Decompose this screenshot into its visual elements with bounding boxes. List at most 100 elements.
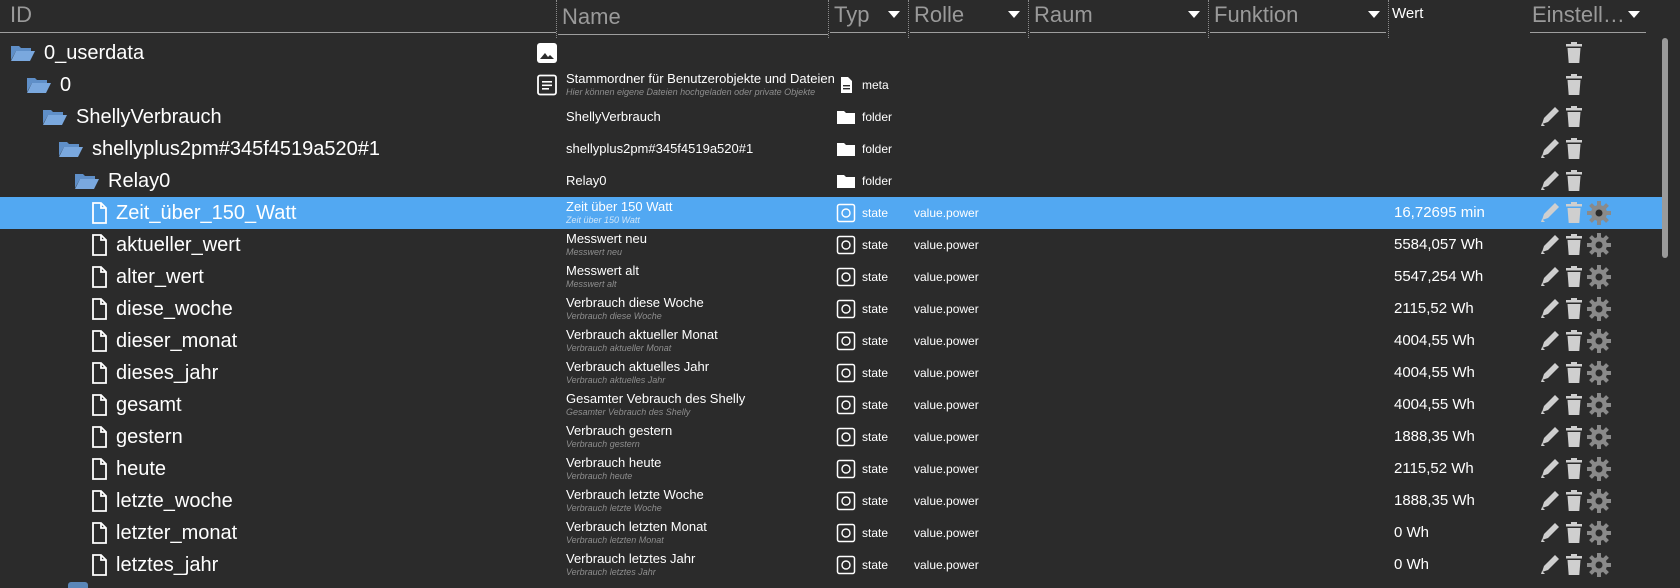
row-value[interactable]: 1888,35 Wh <box>1394 421 1475 453</box>
tree-row[interactable]: alter_wert Messwert alt Messwert alt state v… <box>0 261 1662 293</box>
filter-role-select[interactable]: Rolle <box>910 0 1026 33</box>
row-name-cell[interactable]: Gesamter Vebrauch des Shelly Gesamter Veb… <box>566 391 834 417</box>
delete-icon[interactable] <box>1562 72 1586 98</box>
gear-icon[interactable] <box>1586 424 1612 450</box>
tree-row[interactable]: aktueller_wert Messwert neu Messwert neu st… <box>0 229 1662 261</box>
tree-row[interactable]: Zeit_über_150_Watt Zeit über 150 Watt Zeit… <box>0 197 1662 229</box>
row-name-cell[interactable]: Verbrauch heute Verbrauch heute <box>566 455 834 481</box>
file-icon[interactable] <box>90 522 108 544</box>
settings-column-select[interactable]: Einstell… <box>1530 0 1646 33</box>
delete-icon[interactable] <box>1562 328 1586 354</box>
row-value[interactable]: 2115,52 Wh <box>1394 293 1474 325</box>
gear-icon[interactable] <box>1586 264 1612 290</box>
image-icon[interactable] <box>536 42 558 64</box>
delete-icon[interactable] <box>1562 552 1586 578</box>
tree-row[interactable]: dieses_jahr Verbrauch aktuelles Jahr Verbr… <box>0 357 1662 389</box>
edit-icon[interactable] <box>1538 200 1562 226</box>
row-value[interactable]: 16,72695 min <box>1394 197 1485 229</box>
delete-icon[interactable] <box>1562 104 1586 130</box>
delete-icon[interactable] <box>1562 488 1586 514</box>
tree-row[interactable]: diese_woche Verbrauch diese Woche Verbrauc… <box>0 293 1662 325</box>
column-divider[interactable] <box>556 0 557 38</box>
edit-icon[interactable] <box>1538 424 1562 450</box>
tree-row[interactable]: dieser_monat Verbrauch aktueller Monat Ver… <box>0 325 1662 357</box>
filter-function-select[interactable]: Funktion <box>1210 0 1386 33</box>
row-name-cell[interactable]: ShellyVerbrauch <box>566 109 834 125</box>
gear-icon[interactable] <box>1586 392 1612 418</box>
column-divider[interactable] <box>828 0 829 38</box>
file-icon[interactable] <box>90 234 108 256</box>
row-id-cell[interactable]: gesamt <box>90 389 182 421</box>
delete-icon[interactable] <box>1562 296 1586 322</box>
folder-open-icon[interactable] <box>10 44 36 62</box>
row-value[interactable]: 4004,55 Wh <box>1394 357 1475 389</box>
row-id-cell[interactable]: letzter_monat <box>90 517 237 549</box>
row-id-cell[interactable]: heute <box>90 453 166 485</box>
row-id-cell[interactable]: diese_woche <box>90 293 233 325</box>
gear-icon[interactable] <box>1586 360 1612 386</box>
row-id-cell[interactable]: ShellyVerbrauch <box>42 101 222 133</box>
file-icon[interactable] <box>90 298 108 320</box>
description-icon[interactable] <box>536 74 558 96</box>
row-value[interactable]: 0 Wh <box>1394 549 1429 581</box>
file-icon[interactable] <box>90 458 108 480</box>
row-id-cell[interactable]: Relay0 <box>74 165 170 197</box>
row-id-cell[interactable]: 0 <box>26 69 71 101</box>
edit-icon[interactable] <box>1538 392 1562 418</box>
file-icon[interactable] <box>90 426 108 448</box>
row-value[interactable]: 0 Wh <box>1394 517 1429 549</box>
edit-icon[interactable] <box>1538 296 1562 322</box>
row-id-cell[interactable]: Zeit_über_150_Watt <box>90 197 296 229</box>
tree-row[interactable]: Relay0 Relay0 folder <box>0 165 1662 197</box>
file-icon[interactable] <box>90 330 108 352</box>
edit-icon[interactable] <box>1538 456 1562 482</box>
edit-icon[interactable] <box>1538 136 1562 162</box>
delete-icon[interactable] <box>1562 424 1586 450</box>
filter-room-select[interactable]: Raum <box>1030 0 1206 33</box>
delete-icon[interactable] <box>1562 136 1586 162</box>
tree-row[interactable]: heute Verbrauch heute Verbrauch heute state… <box>0 453 1662 485</box>
folder-open-icon[interactable] <box>26 76 52 94</box>
delete-icon[interactable] <box>1562 392 1586 418</box>
edit-icon[interactable] <box>1538 360 1562 386</box>
tree-row[interactable]: ShellyVerbrauch ShellyVerbrauch folder <box>0 101 1662 133</box>
row-value[interactable]: 5547,254 Wh <box>1394 261 1483 293</box>
folder-open-icon[interactable] <box>58 140 84 158</box>
row-id-cell[interactable]: dieser_monat <box>90 325 237 357</box>
row-id-cell[interactable]: shellyplus2pm#345f4519a520#1 <box>58 133 380 165</box>
row-id-cell[interactable]: letztes_jahr <box>90 549 218 581</box>
tree-row[interactable]: letztes_jahr Verbrauch letztes Jahr Verbra… <box>0 549 1662 581</box>
delete-icon[interactable] <box>1562 456 1586 482</box>
tree-row[interactable]: letzte_woche Verbrauch letzte Woche Verbra… <box>0 485 1662 517</box>
column-divider[interactable] <box>1208 0 1209 38</box>
folder-open-icon[interactable] <box>42 108 68 126</box>
edit-icon[interactable] <box>1538 104 1562 130</box>
edit-icon[interactable] <box>1538 520 1562 546</box>
gear-icon[interactable] <box>1586 552 1612 578</box>
tree-row[interactable]: 0_userdata <box>0 37 1662 69</box>
row-id-cell[interactable]: gestern <box>90 421 183 453</box>
row-name-cell[interactable]: Messwert neu Messwert neu <box>566 231 834 257</box>
row-name-cell[interactable]: Verbrauch letzte Woche Verbrauch letzte W… <box>566 487 834 513</box>
delete-icon[interactable] <box>1562 360 1586 386</box>
row-name-cell[interactable]: Stammordner für Benutzerobjekte und Date… <box>566 71 834 97</box>
row-name-cell[interactable]: Verbrauch letzten Monat Verbrauch letzten… <box>566 519 834 545</box>
column-header-name[interactable]: Name <box>558 2 828 35</box>
tree-row[interactable]: gestern Verbrauch gestern Verbrauch gester… <box>0 421 1662 453</box>
column-divider[interactable] <box>1028 0 1029 38</box>
gear-icon[interactable] <box>1586 232 1612 258</box>
gear-icon[interactable] <box>1586 328 1612 354</box>
row-id-cell[interactable]: 0_userdata <box>10 37 144 69</box>
row-value[interactable]: 4004,55 Wh <box>1394 325 1475 357</box>
row-name-cell[interactable]: Verbrauch aktuelles Jahr Verbrauch aktuel… <box>566 359 834 385</box>
row-name-cell[interactable]: Verbrauch diese Woche Verbrauch diese Woc… <box>566 295 834 321</box>
gear-icon[interactable] <box>1586 296 1612 322</box>
edit-icon[interactable] <box>1538 264 1562 290</box>
gear-icon[interactable] <box>1586 200 1612 226</box>
row-id-cell[interactable]: alter_wert <box>90 261 204 293</box>
delete-icon[interactable] <box>1562 168 1586 194</box>
column-divider[interactable] <box>1388 0 1389 38</box>
row-name-cell[interactable]: Relay0 <box>566 173 834 189</box>
file-icon[interactable] <box>90 490 108 512</box>
edit-icon[interactable] <box>1538 328 1562 354</box>
